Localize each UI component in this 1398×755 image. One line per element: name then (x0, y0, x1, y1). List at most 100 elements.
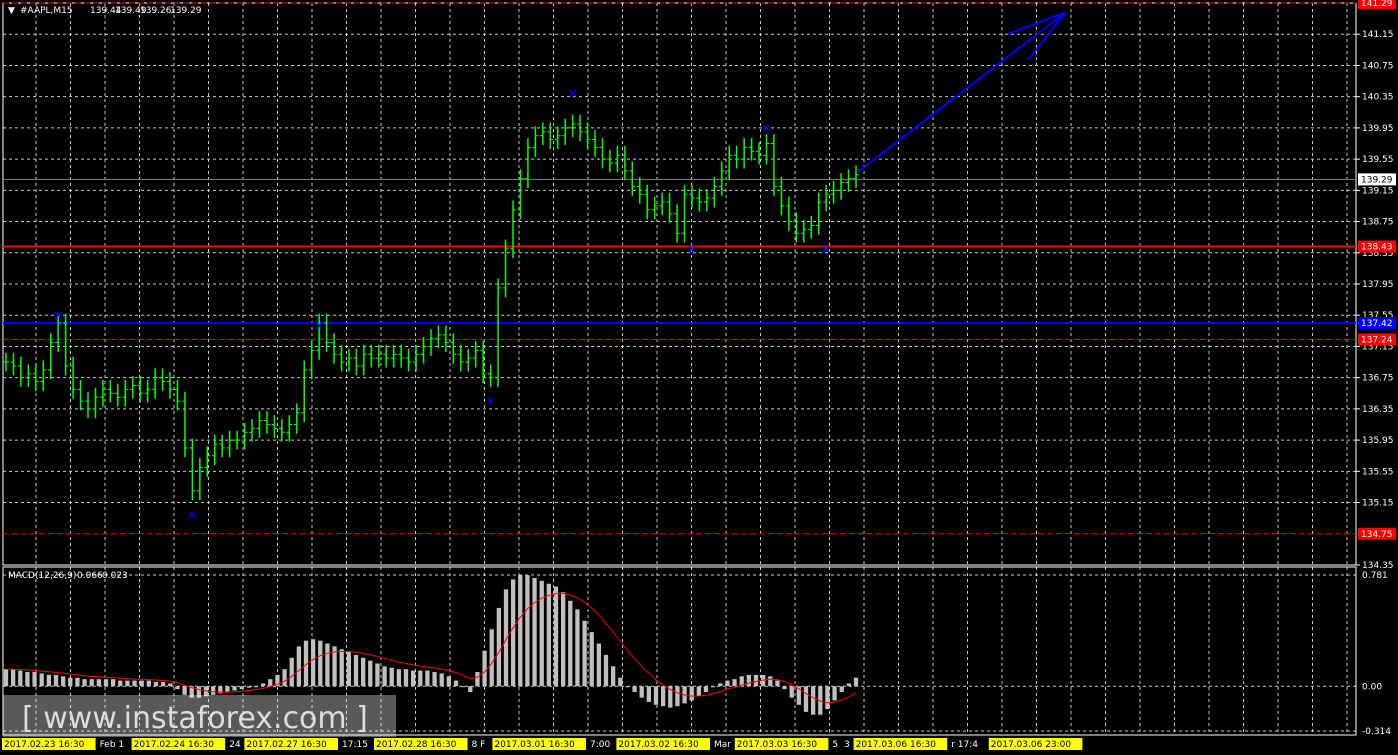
macd-bar (825, 686, 830, 710)
macd-bar (82, 679, 87, 687)
macd-bar (3, 669, 9, 687)
macd-bar (411, 670, 416, 687)
header-arrow-icon[interactable]: ▼ (8, 6, 15, 16)
macd-bar (475, 672, 480, 687)
watermark: [ www.instaforex.com ] (3, 695, 396, 737)
price-axis[interactable]: 141.15 140.75 140.35 139.95 139.55 139.15 138.… (1356, 0, 1396, 571)
level-price-label: 134.75 (1361, 530, 1393, 540)
y-tick-label: 140.75 (1362, 61, 1394, 71)
macd-bar (453, 680, 459, 687)
fractal-markers: × × × × × × × × (53, 86, 831, 522)
macd-bar (568, 600, 573, 687)
time-tick-label: 24 (229, 740, 241, 750)
macd-bar (239, 686, 244, 690)
time-tick-label: 2017.03.01 16:30 (494, 740, 575, 750)
macd-bar (361, 657, 366, 687)
level-price-label: 137.42 (1361, 319, 1393, 329)
macd-bar (175, 686, 180, 690)
macd-bar (375, 663, 380, 687)
macd-bar (596, 643, 601, 687)
time-tick-label: 17:15 (342, 740, 368, 750)
macd-bar (675, 686, 680, 707)
macd-bar (482, 650, 487, 687)
macd-bar (182, 686, 187, 695)
macd-bar (403, 669, 409, 687)
time-tick-label: r 17:4 (951, 740, 978, 750)
macd-bar (553, 586, 559, 687)
macd-bar (689, 686, 694, 701)
macd-bar (618, 677, 623, 687)
macd-bar (75, 677, 80, 687)
macd-bar (125, 680, 130, 687)
forecast-arrow-shaft[interactable] (857, 11, 1067, 173)
macd-bar (168, 683, 173, 687)
y-tick-label: 139.55 (1362, 155, 1394, 165)
macd-bar (146, 680, 151, 687)
y-tick-label: 134.35 (1362, 561, 1394, 571)
macd-bar (325, 643, 330, 687)
macd-bar (353, 654, 359, 687)
macd-bar (296, 646, 301, 687)
macd-bar (11, 669, 16, 687)
macd-title: MACD(12,26,9) (8, 571, 76, 581)
macd-bar (46, 674, 51, 687)
macd-bar (339, 649, 344, 687)
macd-bar (311, 639, 316, 687)
macd-tick-label: 0.00 (1362, 682, 1382, 692)
macd-bar (432, 672, 437, 687)
macd-bar (539, 580, 544, 687)
forecast-arrow[interactable] (857, 11, 1067, 173)
macd-value-2: 0.023 (102, 571, 128, 581)
time-tick-label: 2017.03.06 23:00 (991, 740, 1072, 750)
fractal-marker-icon: × (187, 507, 197, 521)
fractal-marker-icon: × (568, 86, 578, 100)
fractal-marker-icon: × (486, 394, 496, 408)
time-tick-label: 2017.02.28 16:30 (376, 740, 457, 750)
macd-bar (153, 681, 159, 687)
macd-bar (253, 686, 259, 688)
y-tick-label: 140.35 (1362, 93, 1394, 103)
fractal-marker-icon: × (761, 121, 771, 135)
time-axis[interactable]: 2017.02.23 16:30 Feb 1 2017.02.24 16:30 24 2… (2, 738, 1083, 750)
macd-bar (653, 686, 659, 705)
macd-bar (603, 654, 609, 687)
price-candles (3, 114, 859, 501)
macd-bar (439, 673, 444, 687)
y-tick-label: 139.15 (1362, 186, 1394, 196)
symbol-name: #AAPL,M15 (20, 6, 73, 16)
price-panel-frame (2, 2, 1357, 566)
time-tick-label: 2017.03.02 16:30 (618, 740, 699, 750)
macd-bar (89, 679, 94, 687)
time-tick-label: 5 (832, 740, 838, 750)
macd-bar (489, 629, 494, 687)
macd-bar (261, 683, 266, 687)
y-tick-label: 135.55 (1362, 467, 1394, 477)
time-tick-label: 2017.02.24 16:30 (134, 740, 215, 750)
time-tick-label: 7:00 (590, 740, 610, 750)
macd-bar (639, 686, 644, 698)
fractal-marker-icon: × (821, 242, 831, 256)
macd-bar (389, 667, 394, 687)
macd-bar (68, 677, 73, 687)
horizontal-levels[interactable] (3, 2, 1356, 535)
macd-bar (646, 686, 651, 702)
macd-bar (546, 583, 551, 687)
macd-bar (768, 676, 773, 687)
macd-bar (18, 670, 23, 687)
macd-bar (696, 686, 701, 697)
macd-bar (32, 672, 37, 687)
macd-bar (711, 686, 716, 688)
trading-chart[interactable]: ×××××××× 141.15140.75140.35139.95139.551… (0, 0, 1398, 755)
macd-bar (211, 686, 216, 695)
macd-bar (589, 632, 594, 687)
time-tick-label: 2017.02.23 16:30 (4, 740, 85, 750)
y-tick-label: 138.75 (1362, 218, 1394, 228)
macd-bar (461, 686, 466, 688)
ohlc-low: 139.26 (140, 6, 172, 16)
macd-bar (839, 686, 844, 692)
price-grid (3, 3, 1356, 566)
time-tick-label: Feb 1 (100, 740, 125, 750)
macd-bar (139, 680, 144, 687)
current-price-label: 139.29 (1361, 175, 1393, 185)
macd-axis: 0.781 0.00 -0.314 (1362, 571, 1391, 737)
